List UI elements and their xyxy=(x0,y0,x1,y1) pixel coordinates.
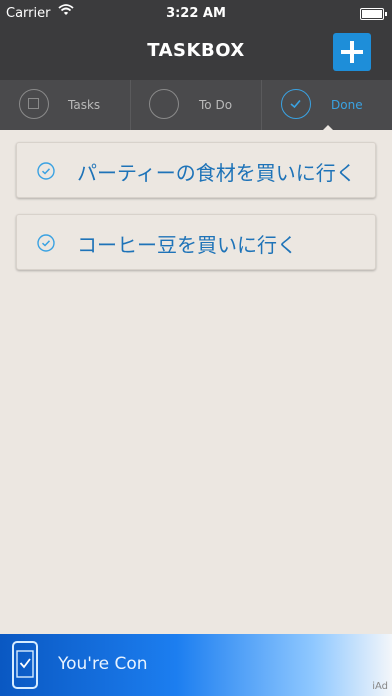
list-item[interactable]: パーティーの食材を買いに行く xyxy=(16,142,376,198)
header: Carrier 3:22 AM TASKBOX xyxy=(0,0,392,80)
status-time: 3:22 AM xyxy=(166,6,226,21)
check-icon[interactable] xyxy=(37,162,55,180)
phone-check-icon xyxy=(12,641,38,689)
battery-icon xyxy=(360,8,387,20)
tab-done[interactable]: Done xyxy=(261,80,392,130)
tab-label: Done xyxy=(331,98,363,112)
ad-text: You're Con xyxy=(58,654,148,674)
task-text: コーヒー豆を買いに行く xyxy=(77,233,297,257)
circle-icon xyxy=(149,89,179,119)
tasks-icon xyxy=(19,89,49,119)
check-circle-icon xyxy=(281,89,311,119)
iad-badge: iAd xyxy=(372,681,388,692)
selected-tab-pointer xyxy=(323,125,333,130)
list-item[interactable]: コーヒー豆を買いに行く xyxy=(16,214,376,270)
ad-banner[interactable]: You're Con iAd xyxy=(0,634,392,696)
status-bar: Carrier 3:22 AM xyxy=(0,0,392,28)
check-icon[interactable] xyxy=(37,234,55,252)
tab-tasks[interactable]: Tasks xyxy=(0,80,130,130)
tab-label: Tasks xyxy=(68,98,101,112)
tab-bar: Tasks To Do Done xyxy=(0,80,392,130)
tab-todo[interactable]: To Do xyxy=(130,80,261,130)
tab-label: To Do xyxy=(199,98,233,112)
task-text: パーティーの食材を買いに行く xyxy=(77,161,356,185)
add-task-button[interactable] xyxy=(333,33,371,71)
